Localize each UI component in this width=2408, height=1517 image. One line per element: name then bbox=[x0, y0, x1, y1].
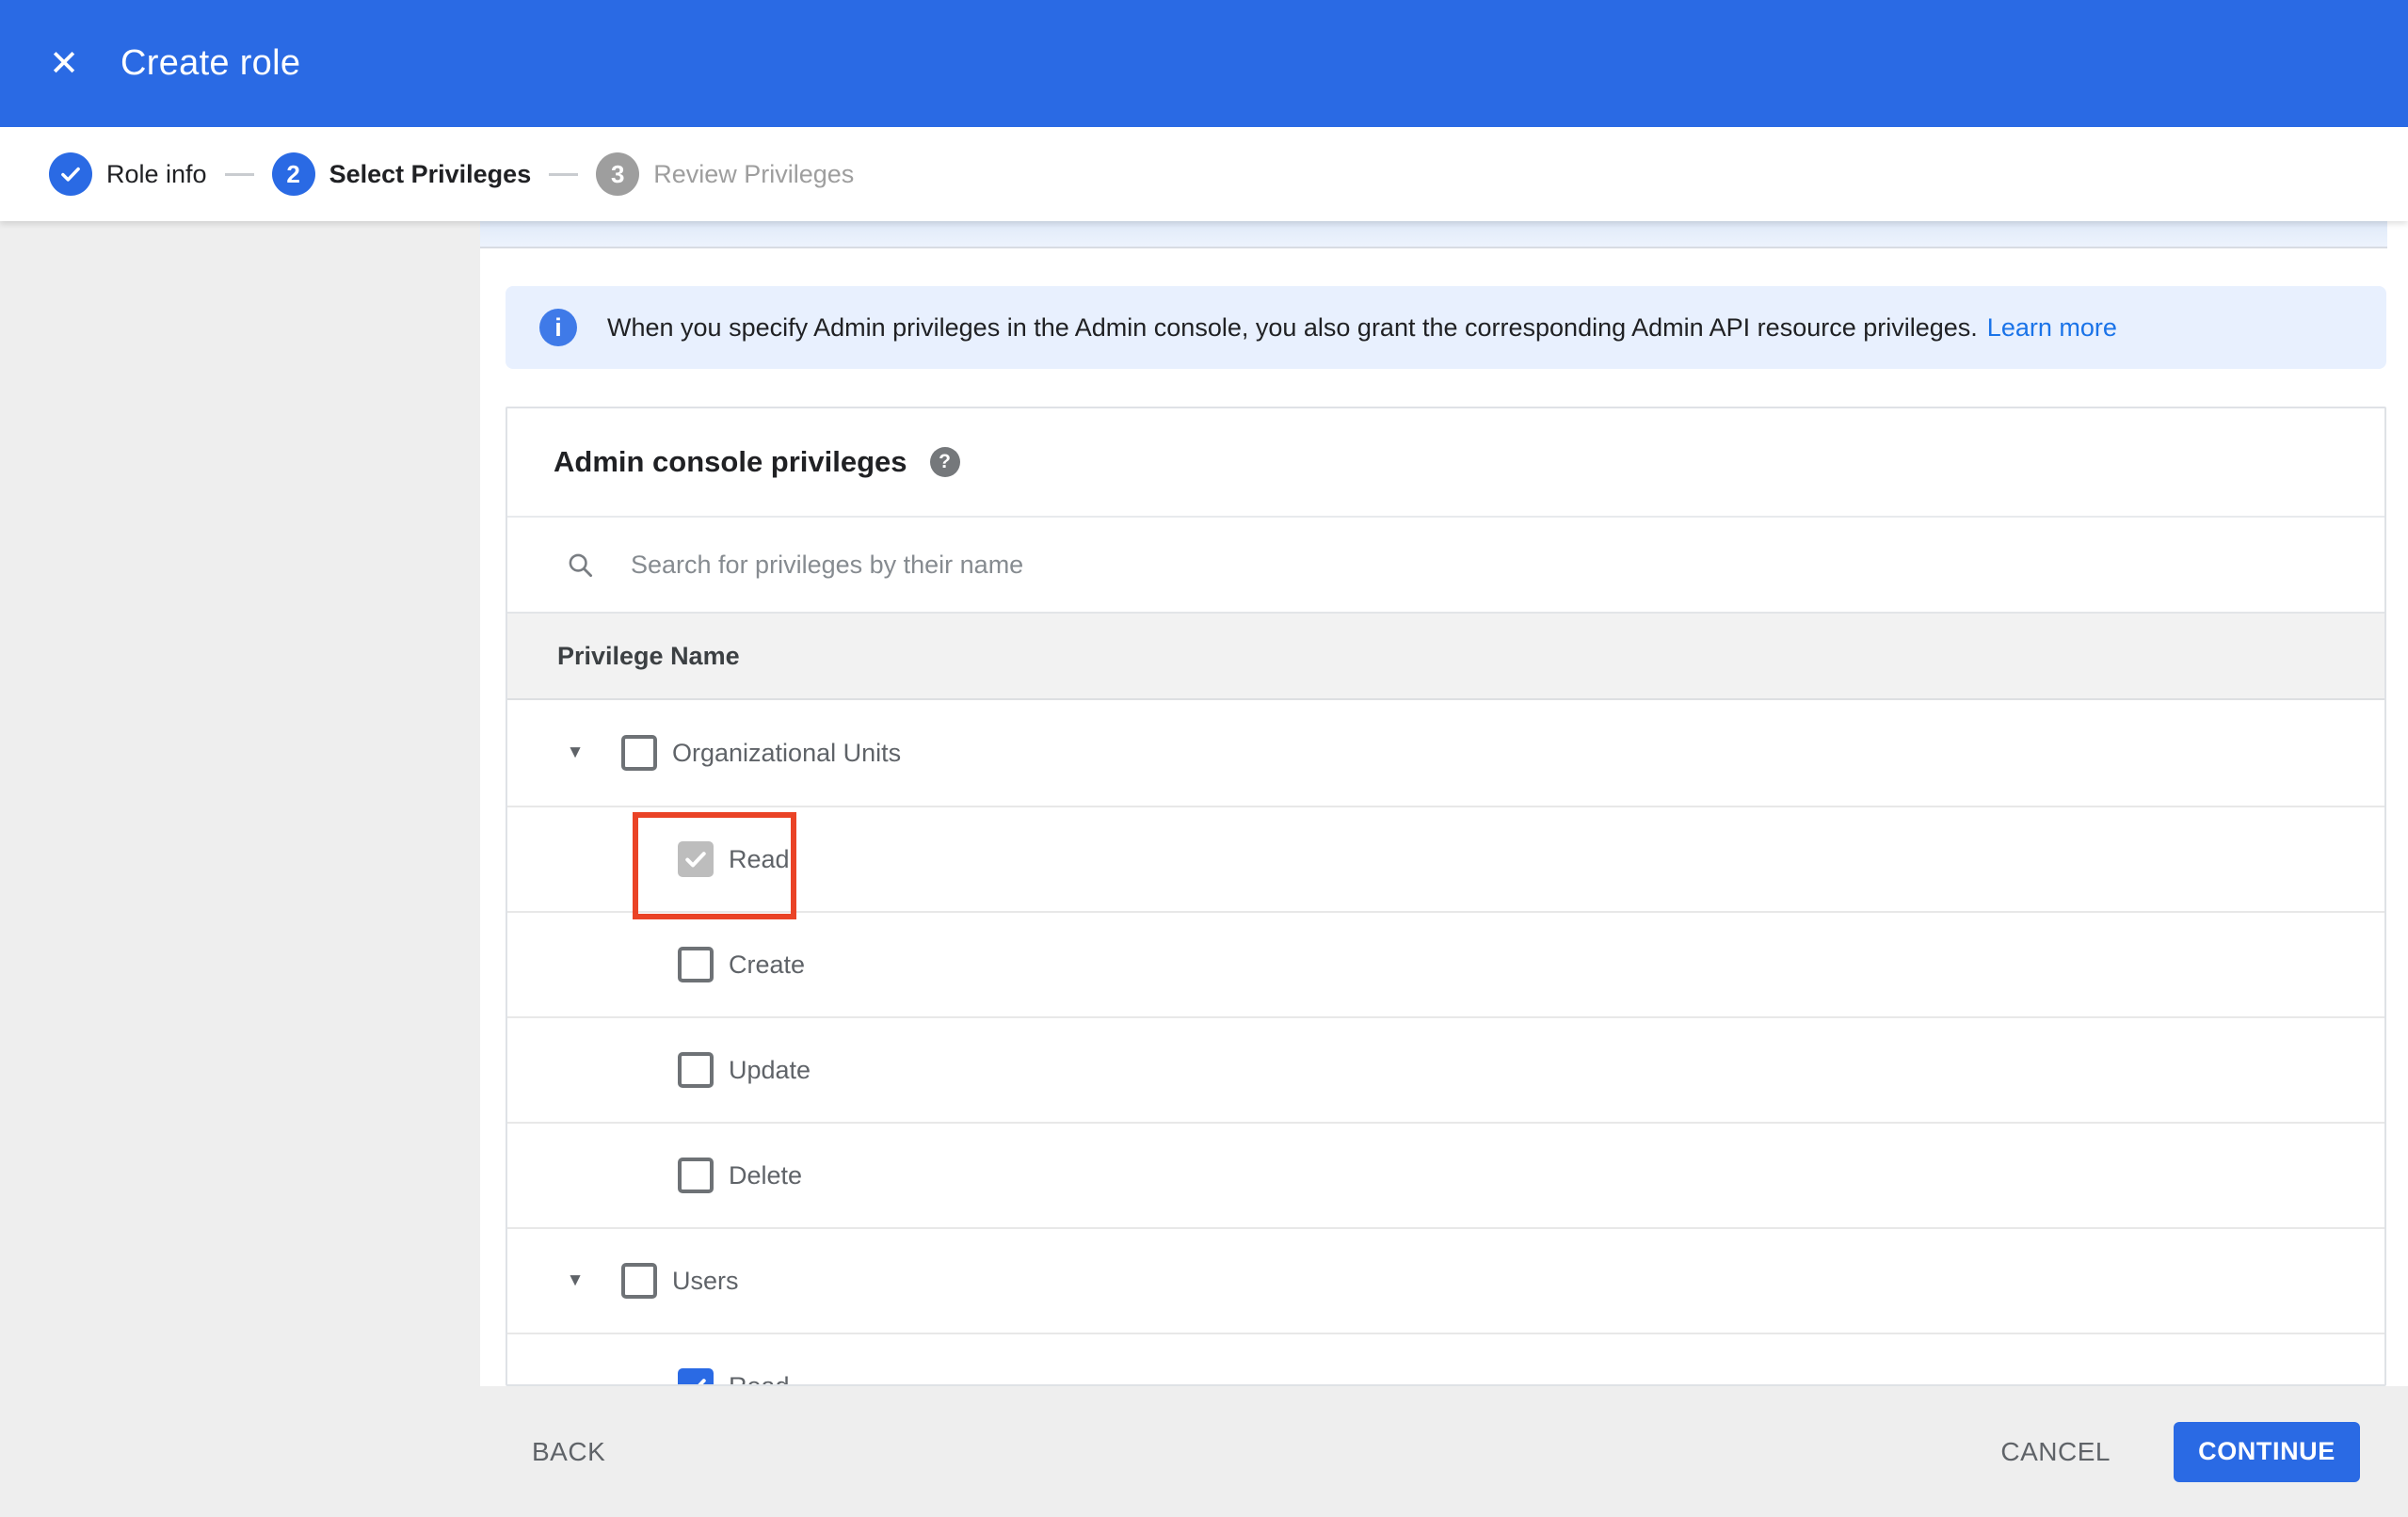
checkbox-ou-read bbox=[678, 841, 714, 877]
checkbox-organizational-units[interactable] bbox=[621, 735, 657, 771]
continue-button[interactable]: CONTINUE bbox=[2174, 1421, 2360, 1482]
privilege-row-ou-read[interactable]: Read bbox=[507, 806, 2384, 911]
checkbox-ou-update[interactable] bbox=[678, 1052, 714, 1088]
checkbox-users[interactable] bbox=[621, 1263, 657, 1299]
step-role-info[interactable]: Role info bbox=[49, 152, 207, 196]
privilege-row-users-read[interactable]: Read bbox=[507, 1333, 2384, 1386]
step-select-privileges[interactable]: 2 Select Privileges bbox=[271, 152, 532, 196]
step-label: Select Privileges bbox=[329, 159, 532, 188]
info-banner-text: When you specify Admin privileges in the… bbox=[607, 312, 1978, 342]
privilege-label: Read bbox=[729, 844, 790, 873]
privilege-row-ou-delete[interactable]: Delete bbox=[507, 1122, 2384, 1227]
card-title: Admin console privileges bbox=[554, 445, 907, 478]
privilege-label: Read bbox=[729, 1371, 790, 1386]
privilege-row-organizational-units[interactable]: ▼ Organizational Units bbox=[507, 700, 2384, 806]
scrolled-content-strip bbox=[480, 221, 2387, 248]
search-input[interactable] bbox=[629, 549, 2384, 581]
privilege-name-column-header: Privilege Name bbox=[507, 612, 2384, 700]
step-review-privileges[interactable]: 3 Review Privileges bbox=[596, 152, 854, 196]
search-icon bbox=[566, 551, 595, 580]
info-icon: i bbox=[539, 309, 577, 346]
footer-action-bar: BACK CANCEL CONTINUE bbox=[0, 1386, 2408, 1517]
step-connector bbox=[549, 172, 579, 176]
footer-right-actions: CANCEL CONTINUE bbox=[2000, 1421, 2360, 1482]
admin-console-privileges-card: Admin console privileges ? Privilege Nam… bbox=[506, 407, 2386, 1386]
collapse-arrow-icon[interactable]: ▼ bbox=[563, 743, 587, 763]
privilege-row-ou-create[interactable]: Create bbox=[507, 911, 2384, 1016]
step-label: Role info bbox=[106, 159, 207, 188]
privilege-label: Delete bbox=[729, 1160, 803, 1190]
collapse-arrow-icon[interactable]: ▼ bbox=[563, 1270, 587, 1291]
stepper: Role info 2 Select Privileges 3 Review P… bbox=[0, 127, 2408, 221]
left-sidebar bbox=[0, 221, 480, 1386]
checkbox-ou-delete[interactable] bbox=[678, 1158, 714, 1193]
step-check-icon bbox=[49, 152, 92, 196]
step-label: Review Privileges bbox=[653, 159, 855, 188]
step-number: 3 bbox=[596, 152, 640, 196]
privilege-search-row bbox=[507, 516, 2384, 612]
privilege-row-users[interactable]: ▼ Users bbox=[507, 1227, 2384, 1333]
close-icon[interactable]: ✕ bbox=[38, 38, 90, 90]
step-connector bbox=[224, 172, 254, 176]
learn-more-link[interactable]: Learn more bbox=[1987, 313, 2117, 343]
dialog-body: i When you specify Admin privileges in t… bbox=[0, 221, 2408, 1386]
privilege-label: Create bbox=[729, 950, 806, 979]
cancel-button[interactable]: CANCEL bbox=[2000, 1437, 2111, 1467]
info-banner: i When you specify Admin privileges in t… bbox=[506, 286, 2386, 369]
card-header: Admin console privileges ? bbox=[507, 408, 2384, 516]
main-content: i When you specify Admin privileges in t… bbox=[480, 221, 2408, 1386]
app-bar: ✕ Create role bbox=[0, 0, 2408, 127]
checkbox-ou-create[interactable] bbox=[678, 947, 714, 982]
help-icon[interactable]: ? bbox=[929, 447, 960, 477]
checkbox-users-read[interactable] bbox=[678, 1368, 714, 1384]
page-title: Create role bbox=[120, 43, 301, 83]
privilege-label: Users bbox=[672, 1266, 739, 1295]
step-number: 2 bbox=[271, 152, 315, 196]
create-role-dialog: ✕ Create role Role info 2 Select Privile… bbox=[0, 0, 2408, 1517]
privilege-row-ou-update[interactable]: Update bbox=[507, 1016, 2384, 1122]
privilege-label: Organizational Units bbox=[672, 738, 902, 767]
privilege-label: Update bbox=[729, 1055, 811, 1084]
back-button[interactable]: BACK bbox=[532, 1437, 605, 1467]
